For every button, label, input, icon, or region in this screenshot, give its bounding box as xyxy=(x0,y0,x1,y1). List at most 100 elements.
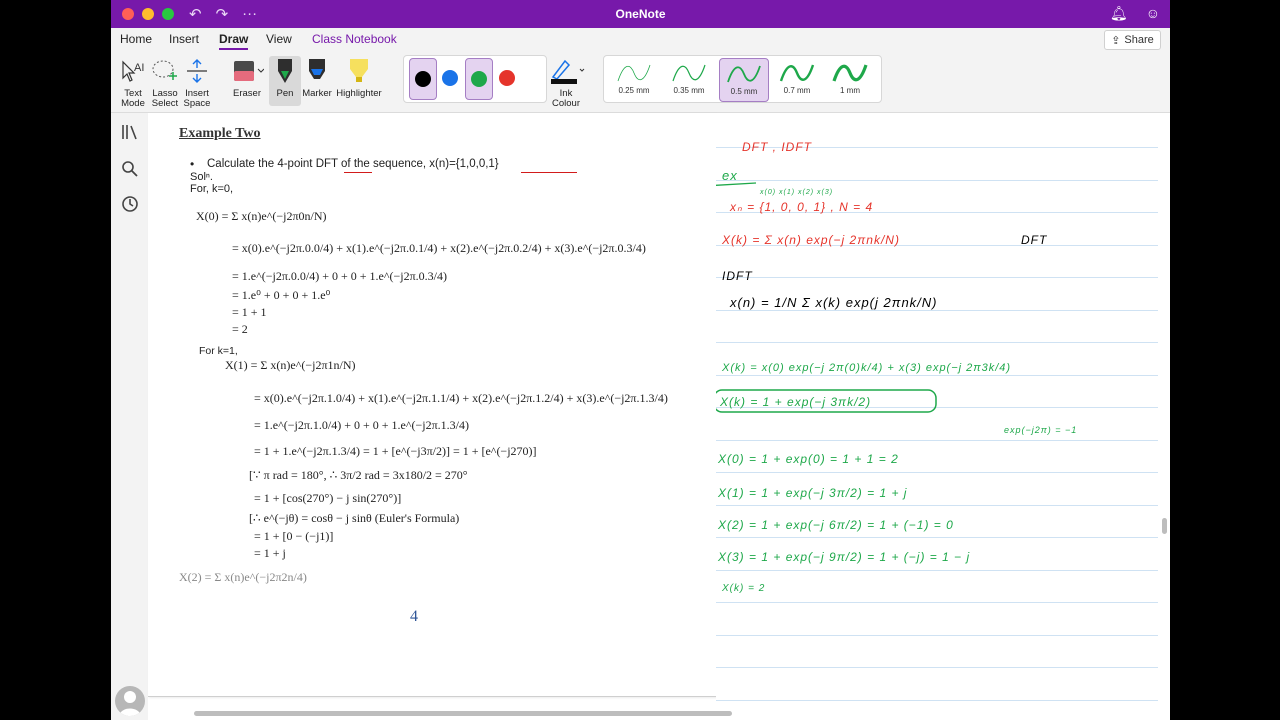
page-canvas[interactable]: Example Two • Calculate the 4-point DFT … xyxy=(148,113,1170,720)
dft-underline xyxy=(344,172,372,173)
left-navigation xyxy=(111,113,148,720)
k1-line-6: = 1 + [cos(270°) − j sin(270°)] xyxy=(254,491,402,505)
share-button[interactable]: ⇪ Share xyxy=(1104,30,1161,50)
for-k1-label: For k=1, xyxy=(199,345,238,357)
thickness-label: 0.25 mm xyxy=(618,86,650,95)
medium-stroke-icon xyxy=(727,65,761,83)
pen-icon xyxy=(269,56,301,86)
k1-line-5: [∵ π rad = 180°, ∴ 3π/2 rad = 3x180/2 = … xyxy=(249,468,468,482)
share-icon: ⇪ xyxy=(1111,34,1121,47)
thick-stroke-icon xyxy=(779,64,815,82)
thickness-gallery: 0.25 mm 0.35 mm 0.5 mm 0.7 mm 1 mm xyxy=(603,55,882,103)
ink-dft-label: DFT xyxy=(1021,233,1048,247)
thickness-0-25[interactable]: 0.25 mm xyxy=(610,58,658,100)
onenote-window: ↶ ↷ ··· OneNote 🔔︎ ☺︎ Home Insert Draw V… xyxy=(111,0,1170,720)
ink-colour-button[interactable]: Ink Colour xyxy=(545,56,587,109)
marker-label: Marker xyxy=(302,88,332,99)
ink-idft-formula: x(n) = 1/N Σ x(k) exp(j 2πnk/N) xyxy=(729,295,938,310)
ink-ex: ex xyxy=(722,168,738,183)
tab-draw[interactable]: Draw xyxy=(219,32,249,50)
ink-boxed: X(k) = 1 + exp(−j 3πk/2) xyxy=(719,395,871,409)
search-icon[interactable] xyxy=(121,160,139,178)
smiley-icon[interactable]: ☺︎ xyxy=(1146,5,1160,22)
text-mode-label-2: Mode xyxy=(121,98,145,109)
thickness-label: 0.7 mm xyxy=(783,86,811,95)
k0-line-6: = 2 xyxy=(232,322,248,336)
tab-class-notebook[interactable]: Class Notebook xyxy=(312,32,397,46)
x2-line: X(2) = Σ x(n)e^(−j2π2n/4) xyxy=(179,570,307,584)
pen-slot-red[interactable] xyxy=(494,58,520,98)
k0-line-2: = x(0).e^(−j2π.0.0/4) + x(1).e^(−j2π.0.1… xyxy=(232,241,646,255)
pen-label: Pen xyxy=(276,88,294,99)
k1-line-3: = 1.e^(−j2π.1.0/4) + 0 + 0 + 1.e^(−j2π.1… xyxy=(254,418,469,432)
thin-stroke-icon xyxy=(672,64,706,82)
page-number: 4 xyxy=(410,608,418,625)
green-pen-swatch xyxy=(471,71,487,87)
ink-seq-labels: x(0) x(1) x(2) x(3) xyxy=(759,189,833,196)
share-label: Share xyxy=(1124,34,1154,46)
ink-ex-underline xyxy=(716,182,757,186)
avatar[interactable] xyxy=(115,686,145,716)
blue-pen-swatch xyxy=(442,70,458,86)
text-mode-button[interactable]: AI Text Mode xyxy=(118,56,148,109)
marker-icon xyxy=(301,56,333,86)
black-pen-swatch xyxy=(415,71,431,87)
insert-space-button[interactable]: Insert Space xyxy=(182,56,212,109)
ink-layer: DFT , IDFT ex x(0) x(1) x(2) x(3) xₙ = {… xyxy=(716,140,1077,594)
k1-line-4: = 1 + 1.e^(−j2π.1.3/4) = 1 + [e^(−j3π/2)… xyxy=(254,444,537,458)
k0-line-5: = 1 + 1 xyxy=(232,305,267,319)
insert-space-label-2: Space xyxy=(183,98,211,109)
k1-line-7: [∴ e^(−jθ) = cosθ − j sinθ (Euler's Form… xyxy=(249,511,460,525)
ribbon-tabs: Home Insert Draw View Class Notebook xyxy=(111,28,1170,50)
app-title: OneNote xyxy=(615,7,666,21)
example-heading: Example Two xyxy=(179,126,261,141)
thickness-0-35[interactable]: 0.35 mm xyxy=(665,58,713,100)
ink-seq: xₙ = {1, 0, 0, 1} , N = 4 xyxy=(729,200,873,214)
pen-slot-blue[interactable] xyxy=(437,58,463,98)
thickness-label: 0.5 mm xyxy=(730,87,758,96)
ink-expand: X(k) = x(0) exp(−j 2π(0)k/4) + x(3) exp(… xyxy=(721,362,1011,374)
ink-last: X(k) = 2 xyxy=(721,583,765,594)
bullet-mid: of the sequence, x(n)= xyxy=(337,158,456,170)
eraser-icon xyxy=(228,56,266,86)
ink-colour-icon xyxy=(545,56,587,86)
bullet-pre: Calculate the 4-point xyxy=(207,158,316,170)
notebooks-icon[interactable] xyxy=(121,123,139,141)
thickest-stroke-icon xyxy=(832,64,868,82)
ink-line-1: DFT , IDFT xyxy=(742,140,813,154)
tab-home[interactable]: Home xyxy=(120,32,152,46)
lasso-select-button[interactable]: Lasso Select xyxy=(150,56,180,109)
svg-text:AI: AI xyxy=(134,62,144,74)
k0-line-1: X(0) = Σ x(n)e^(−j2π0n/N) xyxy=(196,209,327,223)
vertical-scrollbar[interactable] xyxy=(1162,518,1167,534)
marker-button[interactable]: Marker xyxy=(301,56,333,99)
pen-button[interactable]: Pen xyxy=(269,56,301,106)
highlighter-button[interactable]: Highlighter xyxy=(335,56,383,99)
handwritten-notes: DFT , IDFT ex x(0) x(1) x(2) x(3) xₙ = {… xyxy=(716,113,1170,720)
red-pen-swatch xyxy=(499,70,515,86)
document-printout: Example Two • Calculate the 4-point DFT … xyxy=(148,113,717,697)
draw-ribbon: AI Text Mode Lasso Select Insert Space E… xyxy=(111,52,1170,113)
eraser-button[interactable]: Eraser xyxy=(228,56,266,99)
ink-x2: X(2) = 1 + exp(−j 6π/2) = 1 + (−1) = 0 xyxy=(717,518,954,532)
k0-line-4: = 1.e⁰ + 0 + 0 + 1.e⁰ xyxy=(232,288,331,302)
text-mode-icon: AI xyxy=(118,56,148,86)
tab-view[interactable]: View xyxy=(266,32,292,46)
pen-slot-black[interactable] xyxy=(409,58,437,100)
ink-side-note: exp(−j2π) = −1 xyxy=(1004,425,1077,435)
highlighter-label: Highlighter xyxy=(336,88,382,99)
insert-space-icon xyxy=(182,56,212,86)
title-bar: ↶ ↷ ··· OneNote 🔔︎ ☺︎ xyxy=(111,0,1170,28)
ink-dft-formula: X(k) = Σ x(n) exp(−j 2πnk/N) xyxy=(721,233,900,247)
horizontal-scrollbar[interactable] xyxy=(194,711,732,716)
tab-insert[interactable]: Insert xyxy=(169,32,199,46)
thickness-0-5[interactable]: 0.5 mm xyxy=(719,58,769,102)
pen-slot-green[interactable] xyxy=(465,58,493,100)
thickness-0-7[interactable]: 0.7 mm xyxy=(773,58,821,100)
bell-icon[interactable]: 🔔︎ xyxy=(1110,5,1128,22)
ink-x1: X(1) = 1 + exp(−j 3π/2) = 1 + j xyxy=(717,486,907,500)
for-k0-label: For, k=0, xyxy=(190,183,234,195)
ink-colour-label-2: Colour xyxy=(552,98,580,109)
recent-clock-icon[interactable] xyxy=(121,195,139,213)
thickness-1[interactable]: 1 mm xyxy=(826,58,874,100)
